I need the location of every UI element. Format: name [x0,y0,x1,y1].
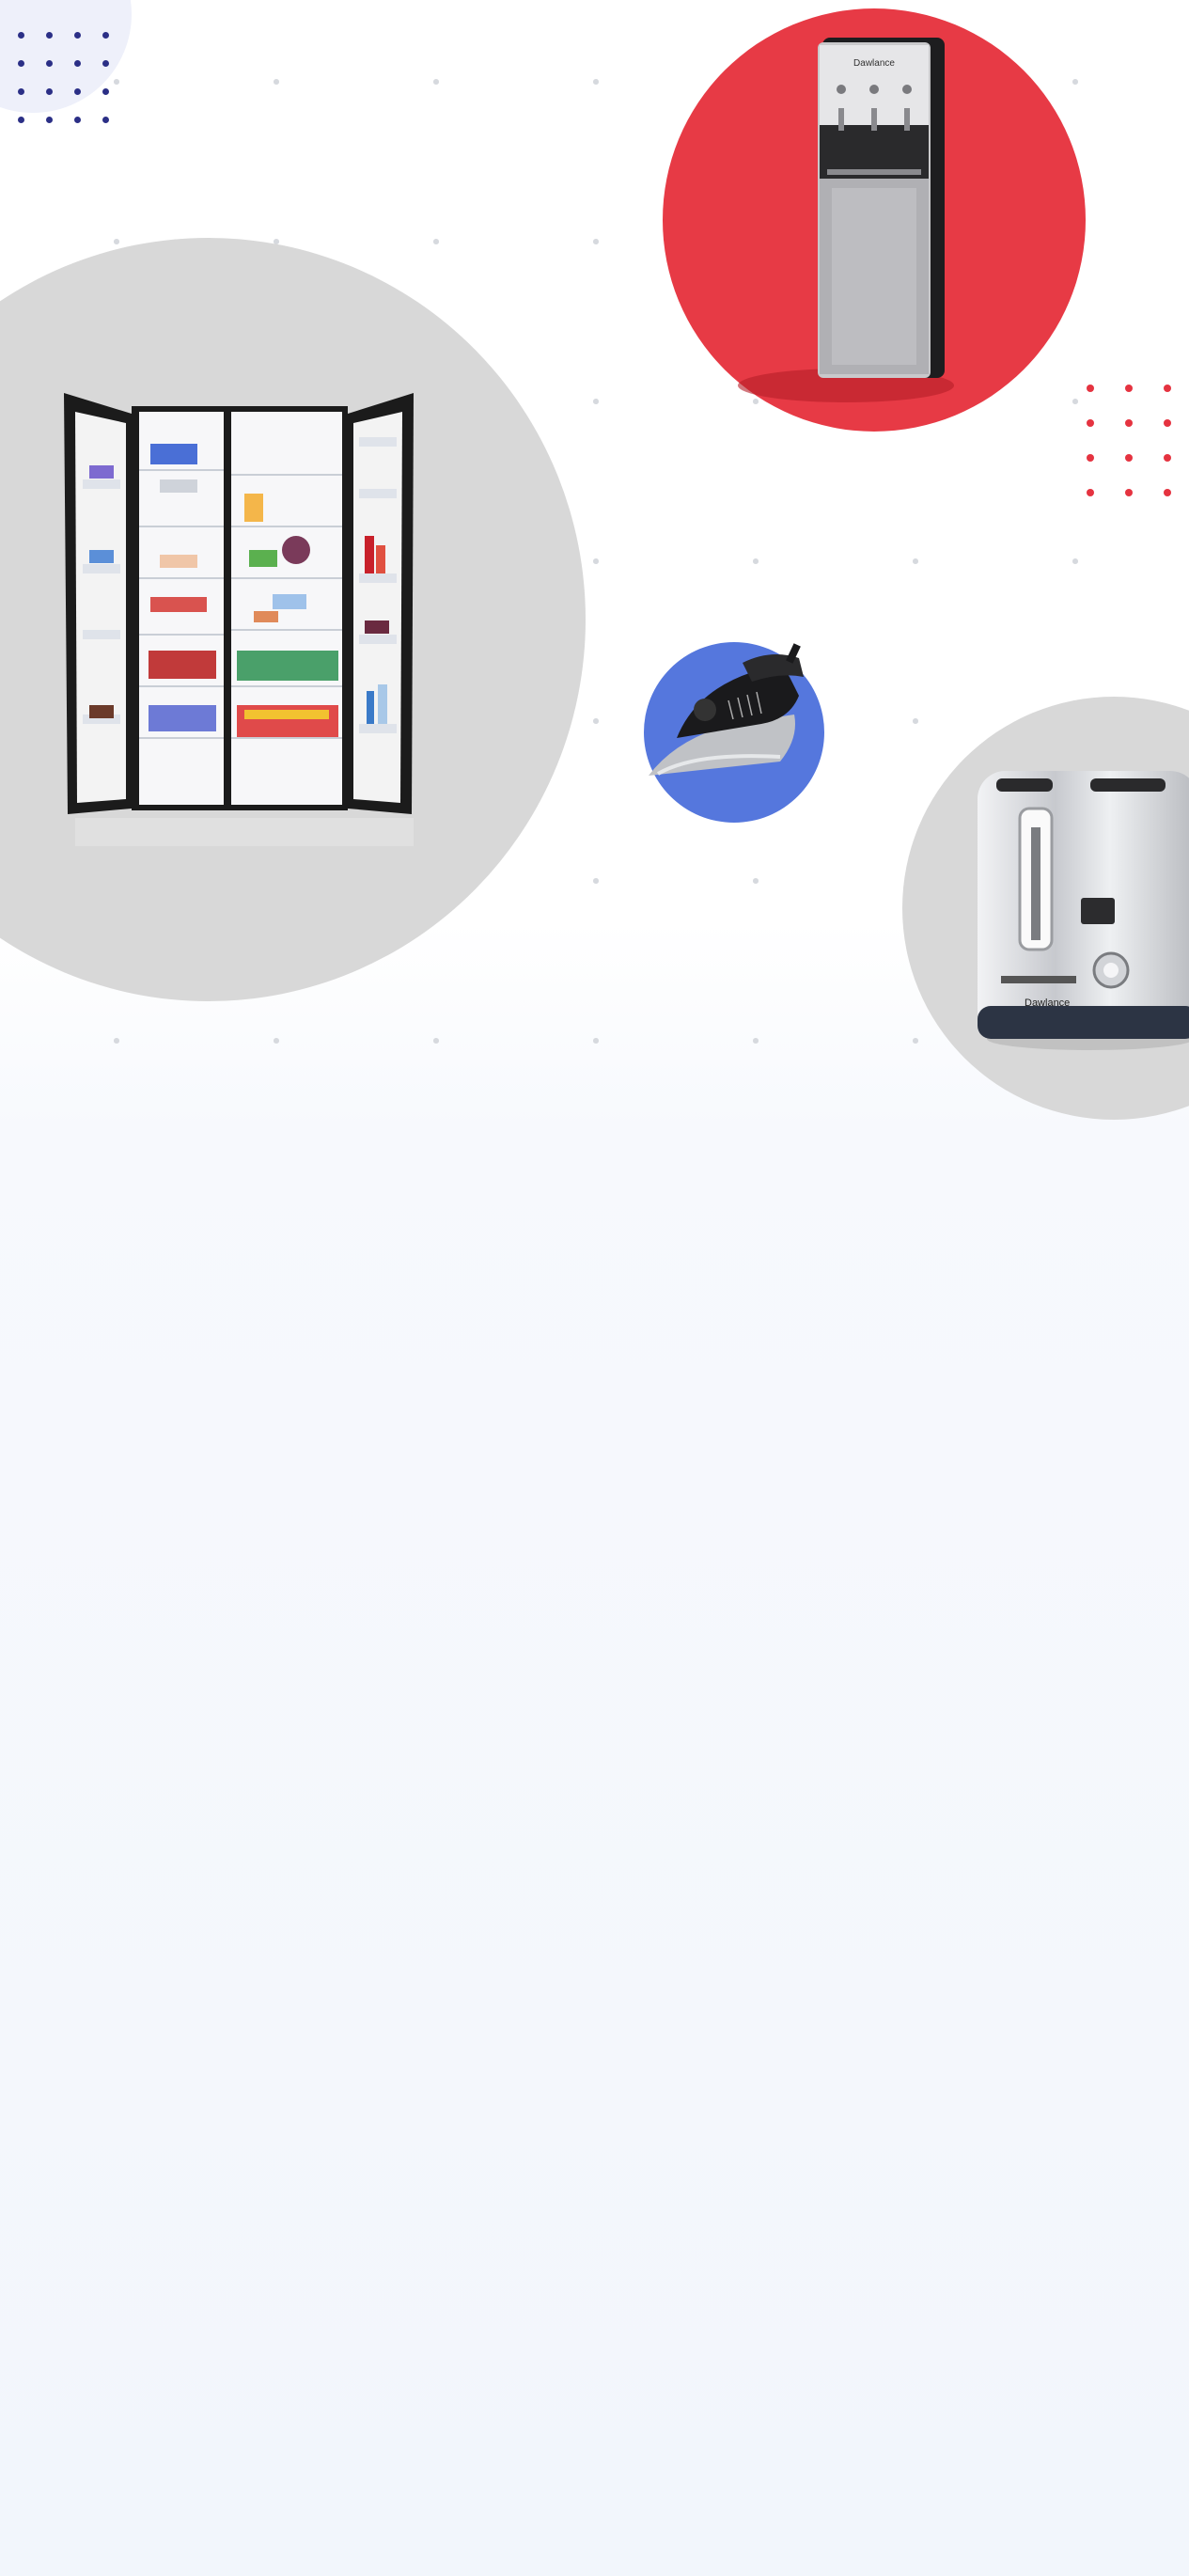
navy-dot [102,87,109,95]
grid-dot [593,878,599,884]
navy-dot [45,31,53,39]
red-dot [1087,385,1094,392]
grid-dot [593,718,599,724]
grid-dot [913,718,918,724]
grid-dot [1072,79,1078,85]
grid-dot [114,1038,119,1044]
grid-dot [274,1038,279,1044]
toaster-icon: Dawlance [978,771,1189,1050]
grid-dot [433,1038,439,1044]
grid-dot [433,79,439,85]
red-dot [1087,419,1094,427]
navy-dot [73,87,81,95]
grid-dot [753,558,759,564]
navy-dot [73,31,81,39]
navy-dot [45,59,53,67]
toaster-brand: Dawlance [1025,997,1070,1009]
water-dispenser-brand: Dawlance [853,58,895,69]
corner-blob [0,0,132,113]
grid-dot [913,1038,918,1044]
grid-dot [1072,399,1078,404]
red-dot [1125,419,1133,427]
grid-dot [593,399,599,404]
navy-dot [73,59,81,67]
grid-dot [593,558,599,564]
red-dot [1164,489,1171,496]
red-dot [1125,454,1133,462]
grid-dot [913,558,918,564]
grid-dot [433,239,439,244]
grid-dot [274,79,279,85]
navy-dot [45,87,53,95]
grid-dot [1072,558,1078,564]
grid-dot [593,239,599,244]
grid-dot [593,1038,599,1044]
navy-dot [17,59,24,67]
grid-dot [593,79,599,85]
refrigerator-icon [64,393,414,846]
navy-dot [17,87,24,95]
red-dot [1164,419,1171,427]
navy-dot [17,31,24,39]
red-dot [1164,454,1171,462]
red-dot [1125,385,1133,392]
water-dispenser-icon: Dawlance [738,38,954,402]
iron-icon [649,643,804,776]
navy-dot [17,116,24,123]
red-dot [1087,454,1094,462]
navy-dot [102,116,109,123]
grid-dot [114,79,119,85]
navy-dot [102,59,109,67]
navy-dot [102,31,109,39]
hero-background: Dawlance Dawlance [0,0,1189,2576]
navy-dot [73,116,81,123]
grid-dot [753,1038,759,1044]
red-dot [1164,385,1171,392]
grid-dot [114,239,119,244]
red-dot [1125,489,1133,496]
navy-dot [45,116,53,123]
grid-dot [753,878,759,884]
red-dot [1087,489,1094,496]
